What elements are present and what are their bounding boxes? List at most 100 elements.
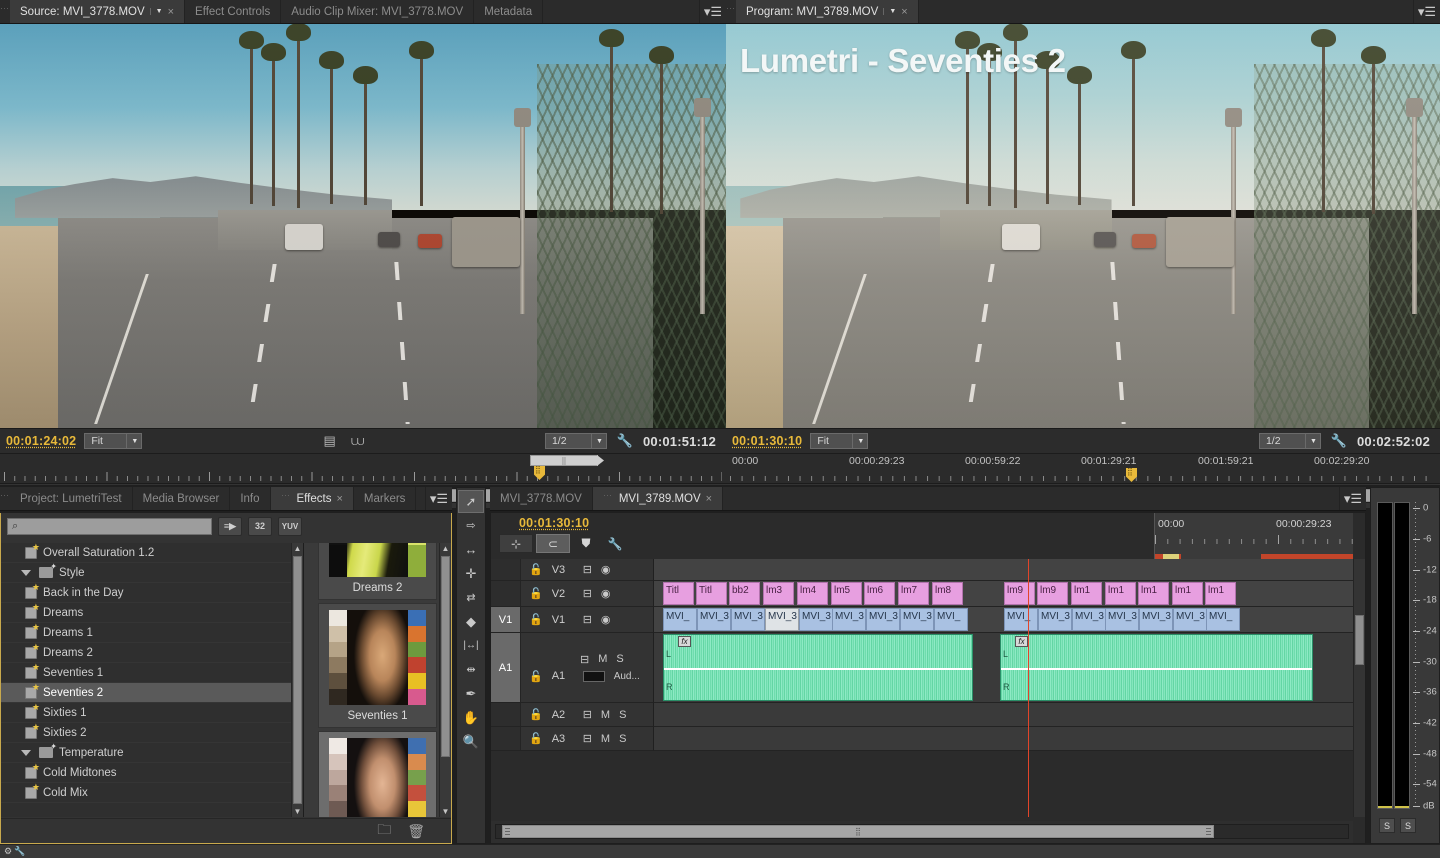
timeline-playhead[interactable] xyxy=(1028,559,1029,817)
timeline-clip-title[interactable]: bb2 xyxy=(729,582,760,605)
effect-badge-icon[interactable]: fx xyxy=(678,636,691,647)
effect-item-dreams-1[interactable]: Dreams 1 xyxy=(1,622,303,643)
timeline-clip-video[interactable]: MVI_ xyxy=(1004,608,1038,631)
scroll-up-arrow-icon[interactable]: ▲ xyxy=(292,543,303,554)
target-track-icon[interactable]: ⊟ xyxy=(583,563,592,576)
timeline-clip-title[interactable]: lm5 xyxy=(831,582,862,605)
effect-item-back-in-the-day[interactable]: Back in the Day xyxy=(1,582,303,603)
hand-tool[interactable]: ✋ xyxy=(458,706,484,729)
pen-tool[interactable]: ✒ xyxy=(458,682,484,705)
scroll-down-arrow-icon[interactable]: ▼ xyxy=(292,806,303,817)
track-content-a2[interactable] xyxy=(654,703,1353,727)
close-icon[interactable]: × xyxy=(168,6,174,18)
effect-item-cold-midtones[interactable]: Cold Midtones xyxy=(1,762,303,783)
rate-stretch-tool[interactable]: ⇄ xyxy=(458,586,484,609)
source-playback-resolution-dropdown[interactable]: 1/2 ▼ xyxy=(544,433,607,449)
triangle-down-icon[interactable] xyxy=(21,569,31,576)
program-zoom-dropdown[interactable]: Fit ▼ xyxy=(810,433,869,449)
insert-overwrite-indicator-icon[interactable]: ⊹ xyxy=(499,534,533,553)
program-current-time[interactable]: 00:01:30:10 xyxy=(732,434,802,448)
timeline-clip-video[interactable]: MVI_ xyxy=(663,608,697,631)
wrench-icon[interactable]: 🔧 xyxy=(14,846,25,857)
timeline-clip-title[interactable]: lm1 xyxy=(1071,582,1102,605)
effect-badge-icon[interactable]: fx xyxy=(1015,636,1028,647)
tab-mvi3778-sequence[interactable]: MVI_3778.MOV xyxy=(490,487,593,510)
timeline-clip-video[interactable]: MVI_3 xyxy=(799,608,833,631)
effect-item-sixties-2[interactable]: Sixties 2 xyxy=(1,722,303,743)
target-track-icon[interactable]: ⊟ xyxy=(583,708,592,721)
timeline-clip-title[interactable]: lm6 xyxy=(864,582,895,605)
timeline-clip-title[interactable]: lm8 xyxy=(932,582,963,605)
timeline-clip-video[interactable]: MVI_3 xyxy=(731,608,765,631)
eye-icon[interactable]: ◉ xyxy=(601,563,611,576)
timeline-clip-video[interactable]: MVI_3 xyxy=(697,608,731,631)
tab-effects[interactable]: Effects × xyxy=(270,487,354,510)
source-current-time[interactable]: 00:01:24:02 xyxy=(6,434,76,448)
timeline-ruler[interactable]: 00:00 00:00:29:23 00:00:59:22 00:01:29:2… xyxy=(1154,513,1440,559)
tab-source-mvi3778[interactable]: Source: MVI_3778.MOV ▼ × xyxy=(10,0,186,23)
timeline-clip-video[interactable]: MVI_3 xyxy=(832,608,866,631)
timeline-scroll-thumb[interactable]: ⣿ xyxy=(502,825,1214,838)
search-input[interactable]: ⌕ xyxy=(7,517,212,535)
new-custom-bin-icon[interactable]: 🗀 xyxy=(377,819,391,843)
timeline-clip-audio[interactable]: fx L R xyxy=(1000,634,1313,701)
audio-keyframe-display-icon[interactable] xyxy=(582,670,605,682)
lock-icon[interactable]: 🔓 xyxy=(529,732,543,745)
eye-icon[interactable]: ◉ xyxy=(601,613,611,626)
tab-info[interactable]: Info xyxy=(230,487,271,510)
timeline-clip-video[interactable]: MVI_3 xyxy=(1105,608,1139,631)
track-content-v3[interactable] xyxy=(654,559,1353,581)
lock-icon[interactable]: 🔓 xyxy=(529,670,543,683)
timeline-clip-video[interactable]: MVI_3 xyxy=(1139,608,1173,631)
eye-icon[interactable]: ◉ xyxy=(601,587,611,600)
slide-tool[interactable]: ⇹ xyxy=(458,658,484,681)
mute-track-icon[interactable]: M xyxy=(601,709,610,721)
tab-metadata[interactable]: Metadata xyxy=(474,0,544,23)
panel-gripper-icon[interactable] xyxy=(1,491,8,506)
effect-folder-style[interactable]: Style xyxy=(1,562,303,583)
source-zoom-bar[interactable]: ⣿ xyxy=(530,455,598,466)
close-icon[interactable]: × xyxy=(901,6,907,18)
effects-tree-scrollbar[interactable]: ▲ ▼ xyxy=(291,543,303,817)
accelerated-effects-icon[interactable]: ≡▶ xyxy=(218,516,242,536)
solo-button-left[interactable]: S xyxy=(1379,818,1395,833)
target-track-icon[interactable]: ⊟ xyxy=(583,732,592,745)
target-track-icon[interactable]: ⊟ xyxy=(583,613,592,626)
track-header-v1[interactable]: V1 🔓 V1 ⊟ ◉ xyxy=(491,607,654,633)
preview-card-seventies-2[interactable]: Seventies 2 xyxy=(318,731,437,817)
effects-preview-scrollbar[interactable]: ▲ ▼ xyxy=(439,543,451,817)
timeline-vertical-scrollbar[interactable] xyxy=(1353,559,1365,817)
timeline-clip-video[interactable]: MVI_3 xyxy=(866,608,900,631)
program-playback-resolution-dropdown[interactable]: 1/2 ▼ xyxy=(1258,433,1321,449)
wrench-icon[interactable]: 🔧 xyxy=(1329,432,1349,450)
32-bit-color-icon[interactable]: 32 xyxy=(248,516,272,536)
source-monitor-ruler[interactable]: ⣿ xyxy=(0,453,726,483)
panel-menu-icon[interactable]: ▾☰ xyxy=(700,0,726,23)
source-patch-a1[interactable]: A1 xyxy=(491,633,521,702)
source-patch-a3[interactable] xyxy=(491,727,521,750)
timeline-current-time[interactable]: 00:01:30:10 xyxy=(519,516,589,530)
chevron-down-icon[interactable]: ▼ xyxy=(149,8,163,15)
scroll-down-arrow-icon[interactable]: ▼ xyxy=(440,806,451,817)
preview-card-seventies-1[interactable]: Seventies 1 xyxy=(318,603,437,728)
target-track-icon[interactable]: ⊟ xyxy=(580,653,589,666)
track-content-a3[interactable] xyxy=(654,727,1353,751)
timeline-settings-wrench-icon[interactable]: 🔧 xyxy=(602,534,628,553)
timeline-clip-title[interactable]: lm1 xyxy=(1105,582,1136,605)
tab-program-mvi3789[interactable]: Program: MVI_3789.MOV ▼ × xyxy=(736,0,919,23)
film-strip-icon[interactable]: ▤ xyxy=(320,432,340,450)
selection-tool[interactable]: ➚ xyxy=(458,490,484,513)
solo-track-icon[interactable]: S xyxy=(619,709,626,721)
program-monitor-video[interactable]: Lumetri - Seventies 2 xyxy=(726,24,1440,428)
timeline-clip-title[interactable]: lm4 xyxy=(797,582,828,605)
effect-item-cold-mix[interactable]: Cold Mix xyxy=(1,782,303,803)
effect-item-dreams[interactable]: Dreams xyxy=(1,602,303,623)
track-header-v2[interactable]: 🔓 V2 ⊟ ◉ xyxy=(491,581,654,607)
effect-item-seventies-1[interactable]: Seventies 1 xyxy=(1,662,303,683)
timeline-clip-title[interactable]: Titl xyxy=(663,582,694,605)
lock-icon[interactable]: 🔓 xyxy=(529,563,543,576)
track-header-a3[interactable]: 🔓 A3 ⊟ M S xyxy=(491,727,654,751)
track-header-v3[interactable]: 🔓 V3 ⊟ ◉ xyxy=(491,559,654,581)
panel-gripper-icon[interactable] xyxy=(727,4,734,19)
close-icon[interactable]: × xyxy=(336,493,342,505)
